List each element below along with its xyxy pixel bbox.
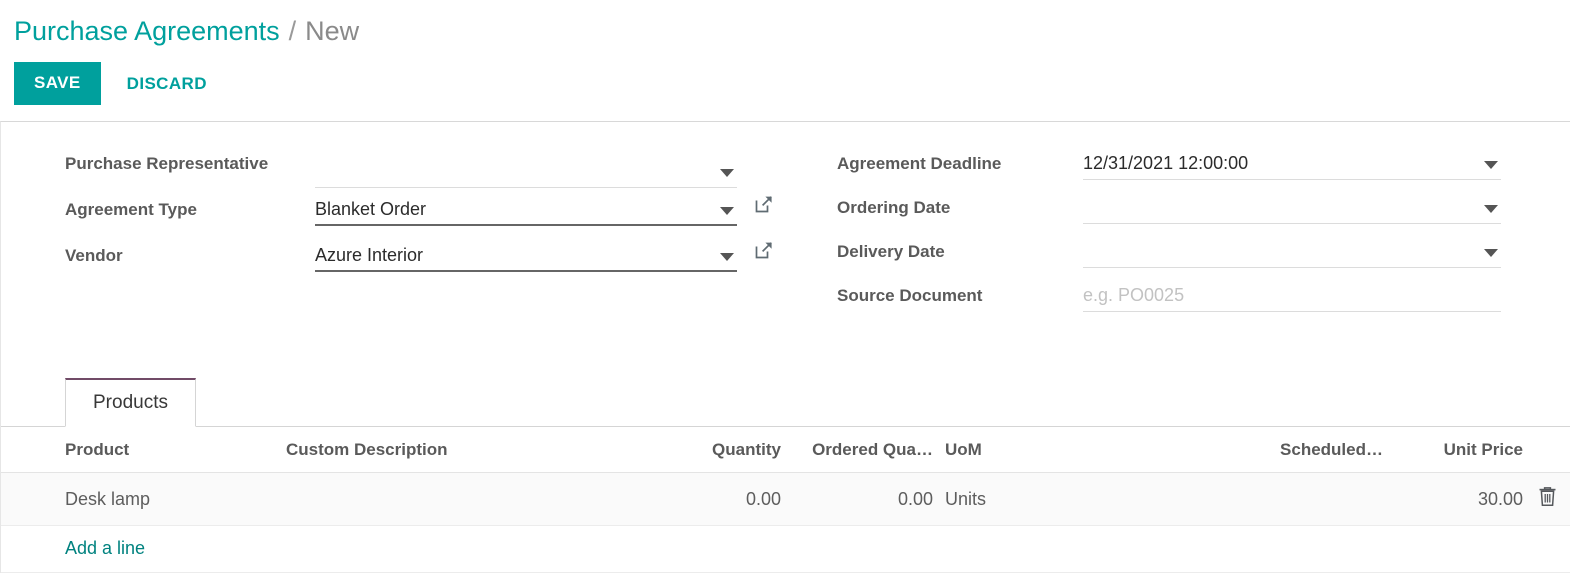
add-line-cell: Add a line — [1, 526, 1570, 573]
notebook: Products Product Custom Description Quan… — [1, 374, 1570, 573]
agreement-type-input[interactable]: Blanket Order — [315, 194, 737, 226]
delivery-date-input[interactable] — [1083, 236, 1501, 268]
input-wrap-purchase-representative — [315, 156, 737, 188]
field-ordering-date: Ordering Date — [837, 192, 1541, 224]
chevron-down-icon[interactable] — [720, 253, 734, 261]
input-wrap-source-document: e.g. PO0025 — [1083, 280, 1501, 312]
vendor-input[interactable]: Azure Interior — [315, 240, 737, 272]
breadcrumb: Purchase Agreements / New — [0, 0, 1570, 48]
save-button[interactable]: SAVE — [14, 62, 101, 105]
field-delivery-date: Delivery Date — [837, 236, 1541, 268]
column-header-ordered-quantity[interactable]: Ordered Qua… — [781, 427, 933, 473]
input-wrap-agreement-deadline: 12/31/2021 12:00:00 — [1083, 148, 1501, 180]
add-a-line-link[interactable]: Add a line — [65, 538, 145, 559]
chevron-down-icon[interactable] — [1484, 249, 1498, 257]
add-line-row: Add a line — [1, 526, 1570, 573]
notebook-tab-bar: Products — [1, 374, 1570, 427]
agreement-deadline-input[interactable]: 12/31/2021 12:00:00 — [1083, 148, 1501, 180]
table-row[interactable]: Desk lamp 0.00 0.00 Units 30.00 — [1, 473, 1570, 526]
external-link-icon[interactable] — [754, 194, 774, 214]
breadcrumb-separator: / — [289, 14, 297, 48]
column-header-scheduled[interactable]: Scheduled… — [1233, 427, 1383, 473]
field-agreement-deadline: Agreement Deadline 12/31/2021 12:00:00 — [837, 148, 1541, 180]
chevron-down-icon[interactable] — [1484, 161, 1498, 169]
input-wrap-vendor: Azure Interior — [315, 240, 737, 272]
column-header-unit-price[interactable]: Unit Price — [1383, 427, 1523, 473]
order-lines-table: Product Custom Description Quantity Orde… — [1, 427, 1570, 573]
cell-scheduled[interactable] — [1233, 473, 1383, 526]
breadcrumb-root-link[interactable]: Purchase Agreements — [14, 14, 280, 48]
label-vendor: Vendor — [65, 240, 315, 272]
label-purchase-representative: Purchase Representative — [65, 148, 315, 180]
cell-custom-description[interactable] — [286, 473, 656, 526]
tab-products[interactable]: Products — [65, 378, 196, 427]
ordering-date-input[interactable] — [1083, 192, 1501, 224]
chevron-down-icon[interactable] — [720, 207, 734, 215]
form-column-left: Purchase Representative Agreement Type B… — [1, 148, 801, 320]
cell-ordered-quantity[interactable]: 0.00 — [781, 473, 933, 526]
field-purchase-representative: Purchase Representative — [65, 148, 801, 188]
form-sheet: Purchase Representative Agreement Type B… — [0, 121, 1570, 573]
cell-unit-price[interactable]: 30.00 — [1383, 473, 1523, 526]
label-ordering-date: Ordering Date — [837, 192, 1083, 224]
cell-product[interactable]: Desk lamp — [1, 473, 286, 526]
action-bar: SAVE DISCARD — [0, 48, 1570, 104]
discard-button[interactable]: DISCARD — [123, 63, 211, 105]
table-header-row: Product Custom Description Quantity Orde… — [1, 427, 1570, 473]
form-column-right: Agreement Deadline 12/31/2021 12:00:00 O… — [801, 148, 1541, 320]
input-wrap-delivery-date — [1083, 236, 1501, 268]
source-document-input[interactable]: e.g. PO0025 — [1083, 280, 1501, 312]
chevron-down-icon[interactable] — [720, 169, 734, 177]
column-header-quantity[interactable]: Quantity — [656, 427, 781, 473]
cell-uom[interactable]: Units — [933, 473, 1233, 526]
field-source-document: Source Document e.g. PO0025 — [837, 280, 1541, 312]
delete-row-button[interactable] — [1538, 486, 1557, 507]
label-agreement-type: Agreement Type — [65, 194, 315, 226]
form-grid: Purchase Representative Agreement Type B… — [1, 122, 1570, 320]
column-header-actions — [1523, 427, 1570, 473]
breadcrumb-current: New — [305, 14, 359, 48]
column-header-custom-description[interactable]: Custom Description — [286, 427, 656, 473]
chevron-down-icon[interactable] — [1484, 205, 1498, 213]
cell-quantity[interactable]: 0.00 — [656, 473, 781, 526]
external-link-icon[interactable] — [754, 240, 774, 260]
input-wrap-agreement-type: Blanket Order — [315, 194, 737, 226]
field-vendor: Vendor Azure Interior — [65, 240, 801, 272]
label-delivery-date: Delivery Date — [837, 236, 1083, 268]
field-agreement-type: Agreement Type Blanket Order — [65, 194, 801, 226]
label-agreement-deadline: Agreement Deadline — [837, 148, 1083, 180]
column-header-product[interactable]: Product — [1, 427, 286, 473]
trash-icon — [1538, 486, 1557, 507]
input-wrap-ordering-date — [1083, 192, 1501, 224]
label-source-document: Source Document — [837, 280, 1083, 312]
column-header-uom[interactable]: UoM — [933, 427, 1233, 473]
cell-delete — [1523, 473, 1570, 526]
purchase-representative-input[interactable] — [315, 156, 737, 188]
